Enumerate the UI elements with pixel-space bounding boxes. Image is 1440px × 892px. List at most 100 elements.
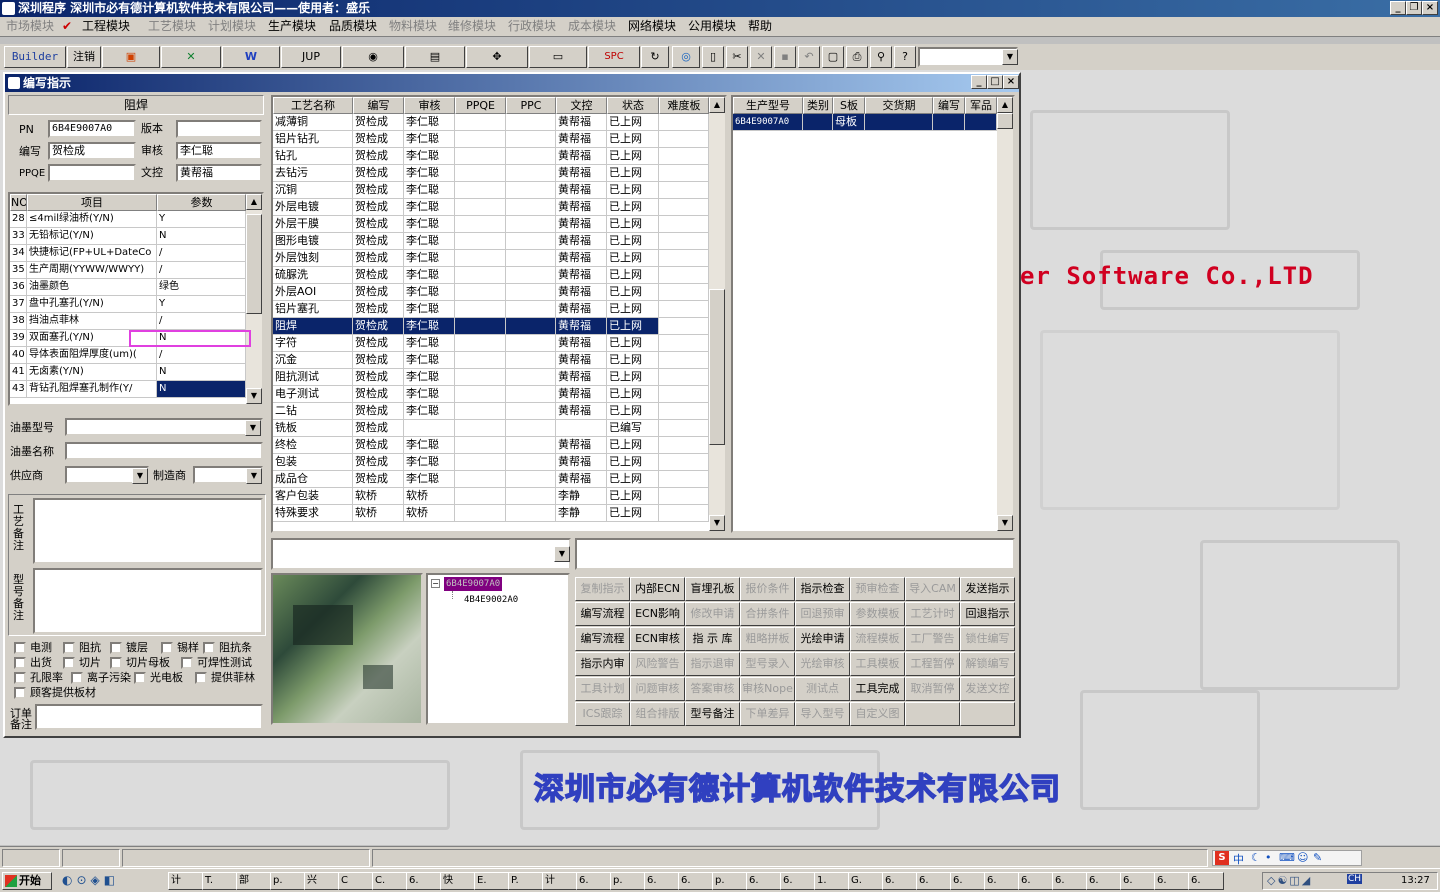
process-cell[interactable]: 铝片塞孔 bbox=[273, 301, 353, 318]
ink-name-field[interactable] bbox=[65, 442, 263, 460]
menu-common[interactable]: 公用模块 bbox=[688, 19, 736, 34]
param-row-no[interactable]: 41 bbox=[10, 364, 27, 381]
process-cell[interactable]: 已上网 bbox=[607, 318, 659, 335]
process-cell[interactable]: 贺检成 bbox=[353, 216, 404, 233]
process-cell[interactable] bbox=[455, 199, 506, 216]
col-header-1[interactable]: 工艺名称 bbox=[273, 97, 353, 114]
process-cell[interactable]: 已上网 bbox=[607, 352, 659, 369]
action-button[interactable]: 指 示 库 bbox=[685, 627, 740, 651]
action-button[interactable]: 预审检查 bbox=[850, 577, 905, 601]
process-cell[interactable]: 贺检成 bbox=[353, 165, 404, 182]
checkbox[interactable] bbox=[110, 657, 122, 669]
checkbox[interactable] bbox=[71, 672, 83, 684]
param-row-item[interactable]: 生产周期(YYWW/WWYY) bbox=[27, 262, 157, 279]
process-cell[interactable]: 字符 bbox=[273, 335, 353, 352]
action-button[interactable]: 组合排版 bbox=[630, 702, 685, 726]
param-row-item[interactable]: 背钻孔阻焊塞孔制作(Y/ bbox=[27, 381, 157, 398]
checkbox[interactable] bbox=[63, 657, 75, 669]
checkbox[interactable] bbox=[195, 672, 207, 684]
col-header-8[interactable]: 难度板 bbox=[659, 97, 709, 114]
scroll-up-icon[interactable]: ▲ bbox=[246, 194, 262, 210]
menu-material[interactable]: 物料模块 bbox=[389, 19, 437, 34]
process-cell[interactable]: 已上网 bbox=[607, 267, 659, 284]
process-cell[interactable] bbox=[455, 131, 506, 148]
restore-button[interactable]: ❐ bbox=[1406, 1, 1422, 15]
moon-icon[interactable]: ☾ bbox=[1251, 851, 1261, 864]
process-cell[interactable]: 电子测试 bbox=[273, 386, 353, 403]
process-cell[interactable]: 李仁聪 bbox=[404, 267, 455, 284]
process-cell[interactable]: 黄帮福 bbox=[556, 284, 607, 301]
action-button[interactable]: 问题审核 bbox=[630, 677, 685, 701]
task-button[interactable]: 6. bbox=[576, 872, 612, 890]
param-row-no[interactable]: 39 bbox=[10, 330, 27, 347]
start-button[interactable]: 开始 bbox=[2, 872, 52, 890]
action-button[interactable]: 工具模板 bbox=[850, 652, 905, 676]
process-cell[interactable]: 李仁聪 bbox=[404, 369, 455, 386]
process-cell[interactable] bbox=[455, 267, 506, 284]
model-note-field[interactable] bbox=[575, 538, 1015, 570]
process-cell[interactable] bbox=[455, 284, 506, 301]
model-cell[interactable]: 6B4E9007A0 bbox=[733, 114, 803, 131]
process-cell[interactable]: 黄帮福 bbox=[556, 437, 607, 454]
process-cell[interactable] bbox=[455, 369, 506, 386]
process-cell[interactable] bbox=[659, 352, 709, 369]
process-cell[interactable]: 已上网 bbox=[607, 284, 659, 301]
process-cell[interactable]: 已上网 bbox=[607, 233, 659, 250]
window-maximize-button[interactable]: □ bbox=[987, 75, 1003, 89]
task-button[interactable]: 6. bbox=[1086, 872, 1122, 890]
process-cell[interactable]: 贺检成 bbox=[353, 386, 404, 403]
chevron-down-icon[interactable]: ▼ bbox=[246, 468, 262, 484]
process-cell[interactable] bbox=[659, 233, 709, 250]
chevron-down-icon[interactable]: ▼ bbox=[1002, 49, 1018, 65]
process-cell[interactable]: 已上网 bbox=[607, 403, 659, 420]
task-button[interactable]: 部 bbox=[236, 872, 272, 890]
process-cell[interactable]: 已上网 bbox=[607, 131, 659, 148]
process-cell[interactable] bbox=[506, 250, 556, 267]
checkbox[interactable] bbox=[14, 642, 26, 654]
process-cell[interactable] bbox=[659, 301, 709, 318]
menu-admin[interactable]: 行政模块 bbox=[508, 19, 556, 34]
menu-maintenance[interactable]: 维修模块 bbox=[448, 19, 496, 34]
process-cell[interactable] bbox=[506, 301, 556, 318]
task-button[interactable]: C. bbox=[372, 872, 408, 890]
process-cell[interactable] bbox=[659, 505, 709, 522]
action-button[interactable]: 导入型号 bbox=[795, 702, 850, 726]
process-combo[interactable] bbox=[271, 538, 571, 570]
new-doc-icon[interactable]: ▯ bbox=[702, 46, 724, 68]
process-cell[interactable]: 黄帮福 bbox=[556, 386, 607, 403]
process-remark-field[interactable] bbox=[33, 498, 263, 564]
action-button[interactable]: 解锁编写 bbox=[960, 652, 1015, 676]
process-cell[interactable]: 外层干膜 bbox=[273, 216, 353, 233]
col-header-item[interactable]: 项目 bbox=[27, 194, 157, 211]
process-cell[interactable] bbox=[455, 403, 506, 420]
process-cell[interactable]: 软桥 bbox=[404, 505, 455, 522]
process-cell[interactable]: 李仁聪 bbox=[404, 301, 455, 318]
task-button[interactable]: 兴 bbox=[304, 872, 340, 890]
process-cell[interactable]: 已上网 bbox=[607, 386, 659, 403]
process-cell[interactable] bbox=[506, 488, 556, 505]
process-cell[interactable]: 贺检成 bbox=[353, 335, 404, 352]
menu-network[interactable]: 网络模块 bbox=[628, 19, 676, 34]
param-row-no[interactable]: 33 bbox=[10, 228, 27, 245]
param-row-no[interactable]: 35 bbox=[10, 262, 27, 279]
process-cell[interactable] bbox=[659, 182, 709, 199]
action-button[interactable]: 下单差异 bbox=[740, 702, 795, 726]
menu-quality[interactable]: 品质模块 bbox=[329, 19, 377, 34]
param-row-item[interactable]: 油墨颜色 bbox=[27, 279, 157, 296]
process-cell[interactable]: 黄帮福 bbox=[556, 182, 607, 199]
process-cell[interactable]: 李仁聪 bbox=[404, 403, 455, 420]
menu-market[interactable]: 市场模块 bbox=[6, 19, 54, 34]
scroll-down-icon[interactable]: ▼ bbox=[709, 515, 725, 531]
action-button[interactable]: 测试点 bbox=[795, 677, 850, 701]
process-cell[interactable] bbox=[506, 420, 556, 437]
col-header-7[interactable]: 状态 bbox=[607, 97, 659, 114]
param-row-item[interactable]: 无卤素(Y/N) bbox=[27, 364, 157, 381]
window-close-button[interactable]: × bbox=[1003, 75, 1019, 89]
quick-launch[interactable]: ◐⊙◈◧ bbox=[62, 873, 162, 889]
globe-icon[interactable]: ◎ bbox=[672, 46, 700, 68]
process-cell[interactable]: 贺检成 bbox=[353, 148, 404, 165]
action-button[interactable]: 回退预审 bbox=[795, 602, 850, 626]
doc-field[interactable]: 黄帮福 bbox=[176, 164, 262, 182]
process-cell[interactable] bbox=[506, 267, 556, 284]
process-cell[interactable] bbox=[659, 199, 709, 216]
